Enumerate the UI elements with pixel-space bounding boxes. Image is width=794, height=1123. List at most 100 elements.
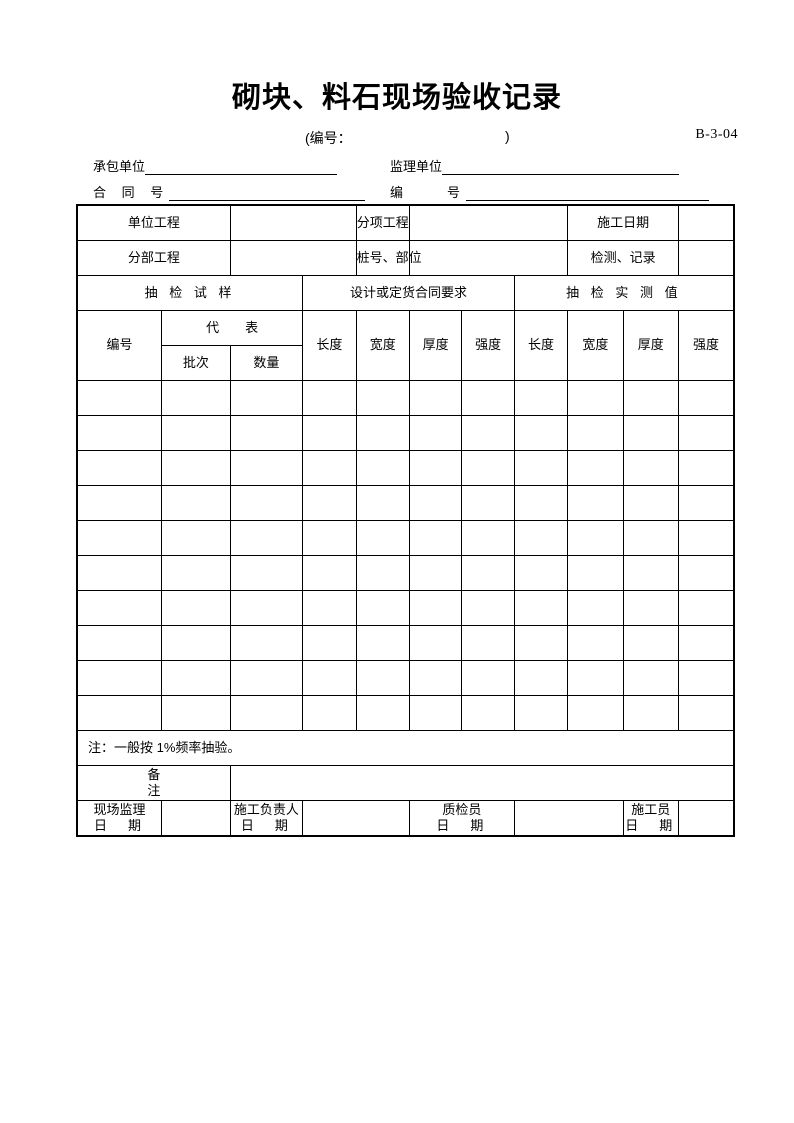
field-contractor-input[interactable]: [145, 160, 338, 175]
cell-design-strength[interactable]: [461, 380, 515, 416]
cell-design-length[interactable]: [302, 450, 357, 486]
cell-measured-thickness[interactable]: [622, 555, 680, 591]
value-constructor[interactable]: [678, 800, 735, 837]
cell-design-length[interactable]: [302, 520, 357, 556]
cell-measured-strength[interactable]: [678, 555, 735, 591]
cell-batch[interactable]: [161, 380, 231, 416]
cell-design-length[interactable]: [302, 485, 357, 521]
cell-measured-thickness[interactable]: [622, 625, 680, 661]
cell-measured-thickness[interactable]: [622, 485, 680, 521]
cell-measured-thickness[interactable]: [622, 380, 680, 416]
field-supervisor[interactable]: 监理单位: [390, 156, 680, 175]
cell-quantity[interactable]: [229, 520, 304, 556]
cell-design-thickness[interactable]: [408, 660, 463, 696]
cell-measured-length[interactable]: [513, 415, 569, 451]
cell-design-strength[interactable]: [461, 695, 515, 731]
cell-id[interactable]: [76, 380, 163, 416]
cell-design-width[interactable]: [355, 695, 410, 731]
cell-measured-strength[interactable]: [678, 625, 735, 661]
cell-design-length[interactable]: [302, 555, 357, 591]
cell-design-width[interactable]: [355, 555, 410, 591]
cell-design-thickness[interactable]: [408, 590, 463, 626]
cell-design-strength[interactable]: [461, 625, 515, 661]
cell-measured-width[interactable]: [567, 695, 624, 731]
value-sub-item-project[interactable]: [408, 204, 569, 241]
cell-design-width[interactable]: [355, 660, 410, 696]
cell-design-length[interactable]: [302, 415, 357, 451]
cell-batch[interactable]: [161, 625, 231, 661]
cell-design-width[interactable]: [355, 485, 410, 521]
cell-design-length[interactable]: [302, 625, 357, 661]
cell-measured-thickness[interactable]: [622, 660, 680, 696]
cell-design-length[interactable]: [302, 590, 357, 626]
cell-measured-length[interactable]: [513, 485, 569, 521]
cell-measured-strength[interactable]: [678, 485, 735, 521]
cell-id[interactable]: [76, 625, 163, 661]
cell-quantity[interactable]: [229, 625, 304, 661]
cell-design-thickness[interactable]: [408, 520, 463, 556]
cell-batch[interactable]: [161, 520, 231, 556]
cell-design-width[interactable]: [355, 520, 410, 556]
value-construction-manager[interactable]: [302, 800, 410, 837]
cell-measured-strength[interactable]: [678, 415, 735, 451]
cell-measured-width[interactable]: [567, 660, 624, 696]
cell-measured-length[interactable]: [513, 555, 569, 591]
cell-measured-strength[interactable]: [678, 590, 735, 626]
cell-measured-width[interactable]: [567, 625, 624, 661]
cell-design-strength[interactable]: [461, 590, 515, 626]
value-quality-inspector[interactable]: [513, 800, 624, 837]
cell-id[interactable]: [76, 520, 163, 556]
cell-design-width[interactable]: [355, 380, 410, 416]
cell-design-strength[interactable]: [461, 485, 515, 521]
cell-measured-length[interactable]: [513, 380, 569, 416]
cell-measured-thickness[interactable]: [622, 520, 680, 556]
cell-quantity[interactable]: [229, 450, 304, 486]
value-pile-location[interactable]: [408, 240, 569, 276]
cell-quantity[interactable]: [229, 380, 304, 416]
cell-measured-strength[interactable]: [678, 450, 735, 486]
cell-design-strength[interactable]: [461, 660, 515, 696]
cell-measured-thickness[interactable]: [622, 450, 680, 486]
cell-measured-length[interactable]: [513, 590, 569, 626]
value-remark[interactable]: [229, 765, 735, 801]
cell-measured-length[interactable]: [513, 520, 569, 556]
cell-design-thickness[interactable]: [408, 625, 463, 661]
cell-batch[interactable]: [161, 660, 231, 696]
cell-design-width[interactable]: [355, 625, 410, 661]
cell-design-strength[interactable]: [461, 415, 515, 451]
cell-measured-width[interactable]: [567, 590, 624, 626]
cell-quantity[interactable]: [229, 415, 304, 451]
cell-design-thickness[interactable]: [408, 380, 463, 416]
cell-design-width[interactable]: [355, 415, 410, 451]
cell-batch[interactable]: [161, 450, 231, 486]
cell-measured-strength[interactable]: [678, 695, 735, 731]
cell-measured-thickness[interactable]: [622, 695, 680, 731]
cell-measured-length[interactable]: [513, 695, 569, 731]
cell-measured-strength[interactable]: [678, 380, 735, 416]
cell-design-thickness[interactable]: [408, 450, 463, 486]
cell-design-length[interactable]: [302, 660, 357, 696]
cell-design-thickness[interactable]: [408, 555, 463, 591]
cell-design-thickness[interactable]: [408, 695, 463, 731]
cell-quantity[interactable]: [229, 695, 304, 731]
value-construction-date[interactable]: [678, 204, 735, 241]
cell-design-length[interactable]: [302, 380, 357, 416]
cell-measured-length[interactable]: [513, 625, 569, 661]
cell-id[interactable]: [76, 555, 163, 591]
cell-design-strength[interactable]: [461, 520, 515, 556]
cell-id[interactable]: [76, 485, 163, 521]
value-test-record[interactable]: [678, 240, 735, 276]
field-contractor[interactable]: 承包单位: [93, 156, 338, 175]
cell-measured-strength[interactable]: [678, 520, 735, 556]
cell-design-thickness[interactable]: [408, 485, 463, 521]
cell-measured-thickness[interactable]: [622, 590, 680, 626]
cell-quantity[interactable]: [229, 555, 304, 591]
cell-design-width[interactable]: [355, 450, 410, 486]
cell-batch[interactable]: [161, 485, 231, 521]
cell-measured-strength[interactable]: [678, 660, 735, 696]
cell-design-width[interactable]: [355, 590, 410, 626]
cell-measured-width[interactable]: [567, 450, 624, 486]
field-contract-number-input[interactable]: [169, 186, 366, 201]
cell-batch[interactable]: [161, 695, 231, 731]
cell-measured-thickness[interactable]: [622, 415, 680, 451]
